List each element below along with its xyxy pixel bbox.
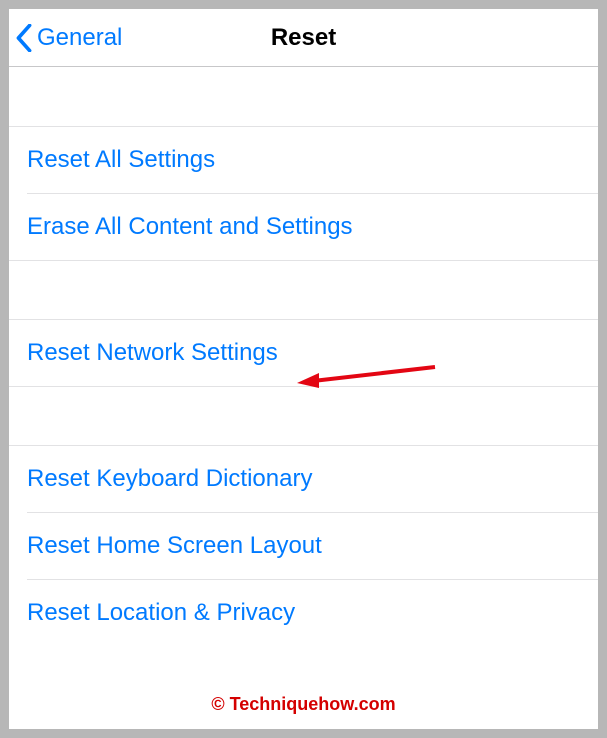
back-button[interactable]: General — [9, 24, 122, 52]
row-label: Reset All Settings — [27, 146, 215, 174]
row-reset-network-settings[interactable]: Reset Network Settings — [9, 320, 598, 386]
row-label: Reset Network Settings — [27, 339, 278, 367]
settings-screen: General Reset Reset All Settings Erase A… — [9, 9, 598, 729]
row-reset-location-privacy[interactable]: Reset Location & Privacy — [9, 580, 598, 646]
row-label: Reset Home Screen Layout — [27, 532, 322, 560]
back-label: General — [37, 24, 122, 52]
row-reset-all-settings[interactable]: Reset All Settings — [9, 127, 598, 193]
row-label: Erase All Content and Settings — [27, 213, 353, 241]
row-label: Reset Keyboard Dictionary — [27, 465, 312, 493]
row-label: Reset Location & Privacy — [27, 599, 295, 627]
nav-bar: General Reset — [9, 9, 598, 67]
watermark: © Techniquehow.com — [9, 694, 598, 715]
row-reset-home-screen-layout[interactable]: Reset Home Screen Layout — [9, 513, 598, 579]
row-reset-keyboard-dictionary[interactable]: Reset Keyboard Dictionary — [9, 446, 598, 512]
section-spacer — [9, 386, 598, 446]
section-spacer — [9, 67, 598, 127]
section-spacer — [9, 260, 598, 320]
row-erase-all-content[interactable]: Erase All Content and Settings — [9, 194, 598, 260]
chevron-left-icon — [15, 24, 33, 52]
